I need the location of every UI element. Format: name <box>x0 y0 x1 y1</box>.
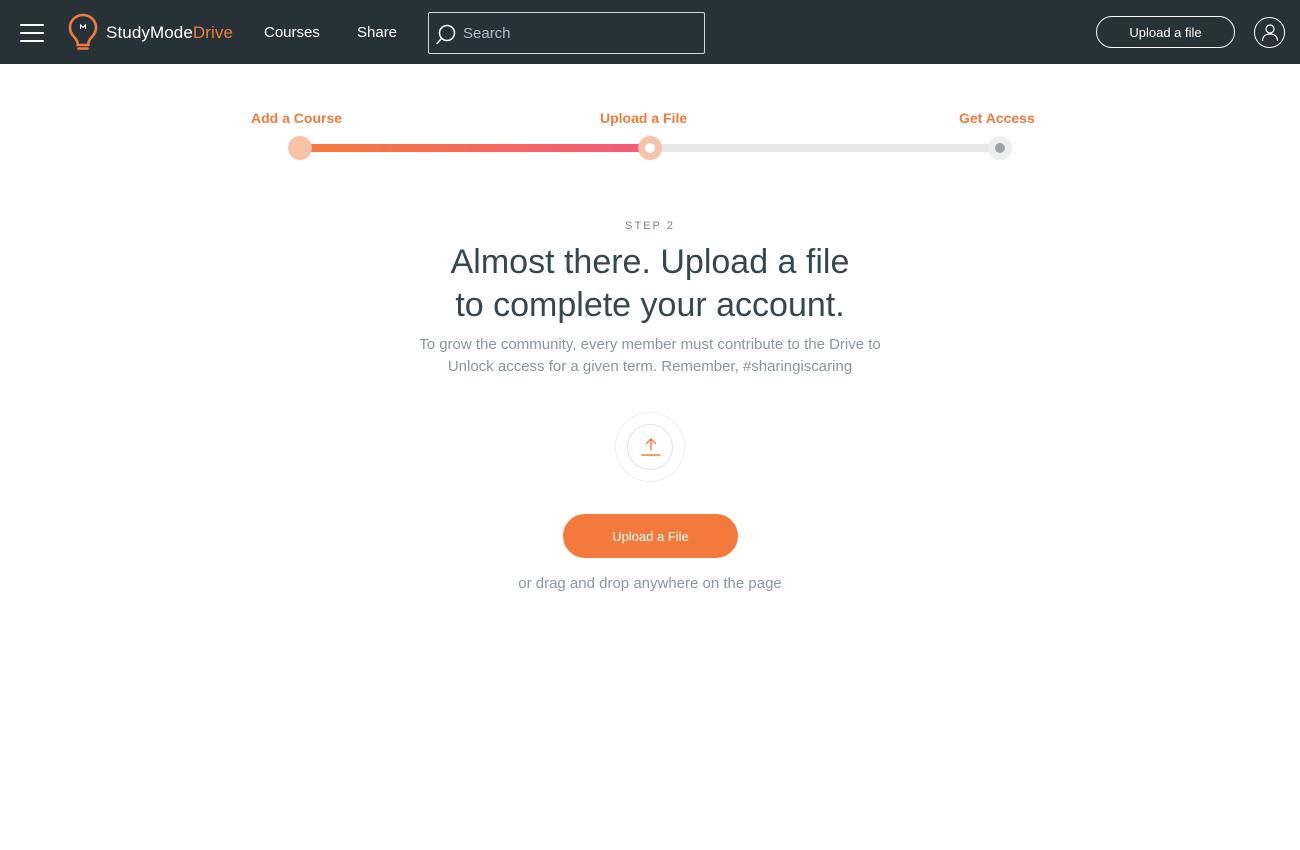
user-avatar-button[interactable] <box>1254 17 1285 48</box>
step-number: STEP 2 <box>625 220 675 232</box>
logo-text-primary: StudyMode <box>106 23 193 42</box>
lightbulb-logo-icon <box>68 13 98 50</box>
step-label-get-access[interactable]: Get Access <box>959 110 1035 126</box>
logo-wordmark: StudyModeDrive <box>106 23 233 43</box>
header-upload-button[interactable]: Upload a file <box>1096 16 1235 48</box>
step-label-upload-file[interactable]: Upload a File <box>600 110 687 126</box>
upload-file-button[interactable]: Upload a File <box>563 514 738 558</box>
subtext-line-2: Unlock access for a given term. Remember… <box>447 358 853 375</box>
nav-share[interactable]: Share <box>357 24 397 41</box>
headline-line-1: Almost there. Upload a file <box>450 243 850 281</box>
subtext-line-1: To grow the community, every member must… <box>419 336 881 353</box>
step-dot-1 <box>288 136 312 160</box>
step-label-add-course[interactable]: Add a Course <box>251 110 342 126</box>
nav-courses[interactable]: Courses <box>264 24 320 41</box>
menu-icon[interactable] <box>20 22 44 42</box>
upload-arrow-icon <box>641 438 661 456</box>
progress-fill <box>300 144 650 152</box>
headline-line-2: to complete your account. <box>455 286 845 324</box>
page-headline: Almost there. Upload a file to complete … <box>0 241 1300 327</box>
studymode-logo[interactable]: StudyModeDrive <box>68 13 233 52</box>
step-dot-3 <box>988 136 1012 160</box>
upload-dropzone-icon-button[interactable] <box>615 412 685 482</box>
drag-drop-hint: or drag and drop anywhere on the page <box>518 575 782 592</box>
search-input[interactable] <box>463 13 699 53</box>
search-icon <box>436 24 456 45</box>
user-icon <box>1261 24 1279 42</box>
step-dot-2 <box>638 136 662 160</box>
top-header: StudyModeDrive Courses Share Upload a fi… <box>0 0 1300 64</box>
logo-text-accent: Drive <box>192 23 234 42</box>
page-subtext: To grow the community, every member must… <box>0 334 1300 378</box>
search-box[interactable] <box>428 12 705 54</box>
upload-icon-ring <box>627 424 673 470</box>
